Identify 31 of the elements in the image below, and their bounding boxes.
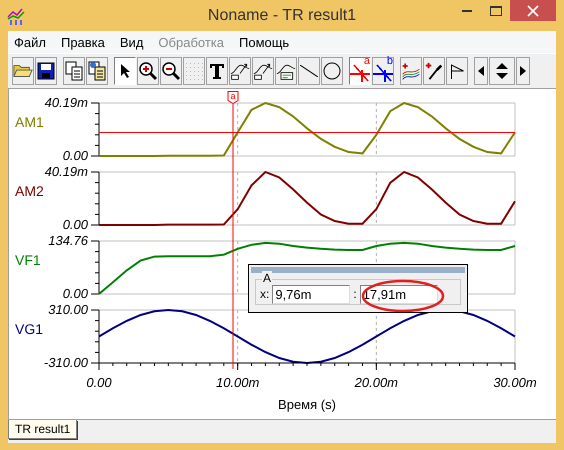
field-label: x: [260, 287, 270, 301]
y-tick-label: -310.00 [44, 355, 88, 370]
x-axis-title: Время (s) [278, 397, 336, 412]
x-tick-label: 10.00m [216, 375, 260, 390]
y-tick-label: 0.00 [62, 148, 88, 163]
cursor-button[interactable]: b [372, 57, 394, 85]
trace-name: AM2 [15, 183, 44, 199]
y-tick-label: 40.19m [44, 164, 88, 179]
x-value-field[interactable]: 9,76m [272, 284, 350, 304]
menu-item[interactable]: Файл [14, 34, 46, 50]
y-tick-label: 310.00 [48, 302, 88, 317]
trace-name: VF1 [15, 252, 41, 268]
y-tick-label: 0.00 [62, 217, 88, 232]
field-label: : [353, 287, 357, 301]
y-tick-label: 0.00 [62, 286, 88, 301]
window-title: Noname - TR result1 [208, 6, 356, 24]
x-tick-label: 20.00m [354, 375, 398, 390]
tab[interactable]: TR result1 [8, 420, 78, 439]
menu-item[interactable]: Правка [60, 34, 105, 50]
trace-name: AM1 [15, 114, 44, 130]
menu-item[interactable]: Вид [120, 34, 144, 50]
menu-item[interactable]: Помощь [239, 34, 290, 50]
cursor-button[interactable]: a [349, 57, 371, 85]
y-value-field[interactable]: 17,91m [360, 284, 438, 304]
group-label: A [262, 271, 272, 285]
cursor-flag[interactable]: a [228, 91, 238, 104]
x-tick-label: 30.00m [493, 375, 537, 390]
y-tick-label: 40.19m [44, 95, 88, 110]
trace-name: VG1 [15, 321, 44, 337]
x-tick-label: 0.00 [86, 375, 112, 390]
y-tick-label: 134.76 [48, 233, 88, 248]
